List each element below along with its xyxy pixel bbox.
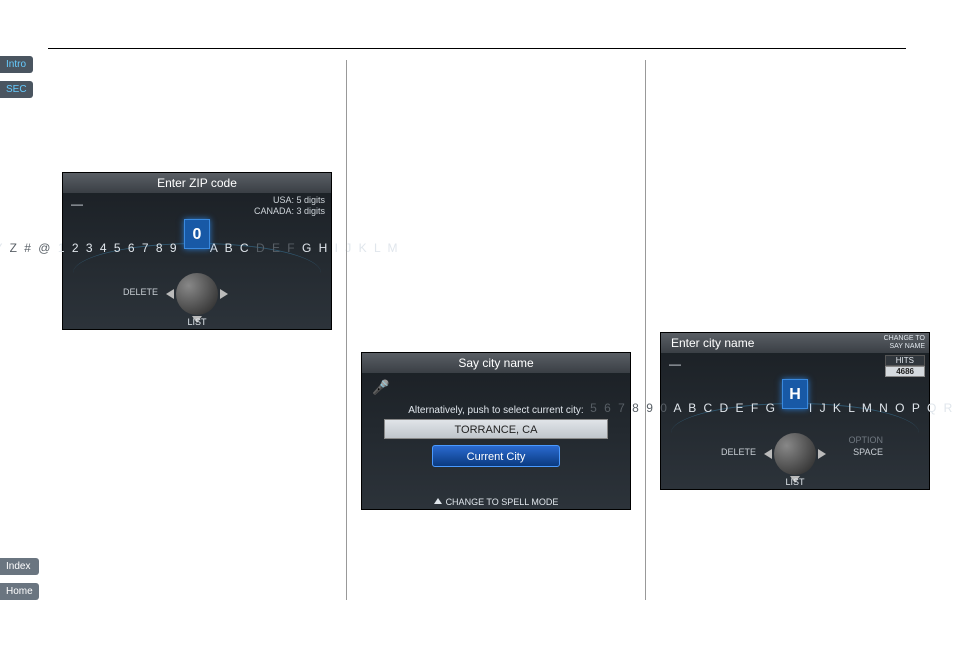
- entry-field: —: [71, 197, 83, 211]
- tab-sec[interactable]: SEC: [0, 81, 33, 98]
- screen-title: Enter ZIP code: [63, 173, 331, 193]
- list-button[interactable]: LIST: [661, 477, 929, 487]
- city-display: TORRANCE, CA: [384, 419, 608, 439]
- delete-button[interactable]: DELETE: [123, 287, 158, 297]
- tab-index[interactable]: Index: [0, 558, 39, 575]
- nav-screen-enter-city[interactable]: Enter city name CHANGE TOSAY NAME HITS 4…: [660, 332, 930, 490]
- screen-title: Say city name: [362, 353, 630, 373]
- selected-char: H: [782, 379, 808, 409]
- column-3: Enter city name CHANGE TOSAY NAME HITS 4…: [645, 60, 944, 600]
- spell-mode-button[interactable]: CHANGE TO SPELL MODE: [362, 497, 630, 507]
- list-button[interactable]: LIST: [63, 317, 331, 327]
- delete-button[interactable]: DELETE: [721, 447, 756, 457]
- header-rule: [48, 48, 906, 49]
- selected-char: 0: [184, 219, 210, 249]
- mic-icon: 🎤: [372, 379, 389, 396]
- column-1: Enter ZIP code USA: 5 digitsCANADA: 3 di…: [48, 60, 346, 600]
- zip-hint: USA: 5 digitsCANADA: 3 digits: [254, 195, 325, 217]
- hits-counter: HITS 4686: [885, 355, 925, 377]
- option-label: OPTION: [848, 435, 883, 445]
- nav-screen-say-city[interactable]: Say city name 🎤 Alternatively, push to s…: [361, 352, 631, 510]
- arrow-right-icon: [818, 449, 826, 459]
- dial-control[interactable]: [176, 273, 218, 315]
- tab-home[interactable]: Home: [0, 583, 39, 600]
- current-city-button[interactable]: Current City: [432, 445, 560, 467]
- arrow-right-icon: [220, 289, 228, 299]
- space-button[interactable]: SPACE: [853, 447, 883, 457]
- nav-screen-zip[interactable]: Enter ZIP code USA: 5 digitsCANADA: 3 di…: [62, 172, 332, 330]
- arrow-left-icon: [166, 289, 174, 299]
- column-2: Say city name 🎤 Alternatively, push to s…: [346, 60, 645, 600]
- arrow-left-icon: [764, 449, 772, 459]
- dial-control[interactable]: [774, 433, 816, 475]
- content-columns: Enter ZIP code USA: 5 digitsCANADA: 3 di…: [48, 60, 906, 600]
- entry-field: —: [669, 357, 681, 371]
- change-mode-button[interactable]: CHANGE TOSAY NAME: [884, 335, 925, 351]
- tab-intro[interactable]: Intro: [0, 56, 33, 73]
- arrow-up-icon: [434, 498, 442, 504]
